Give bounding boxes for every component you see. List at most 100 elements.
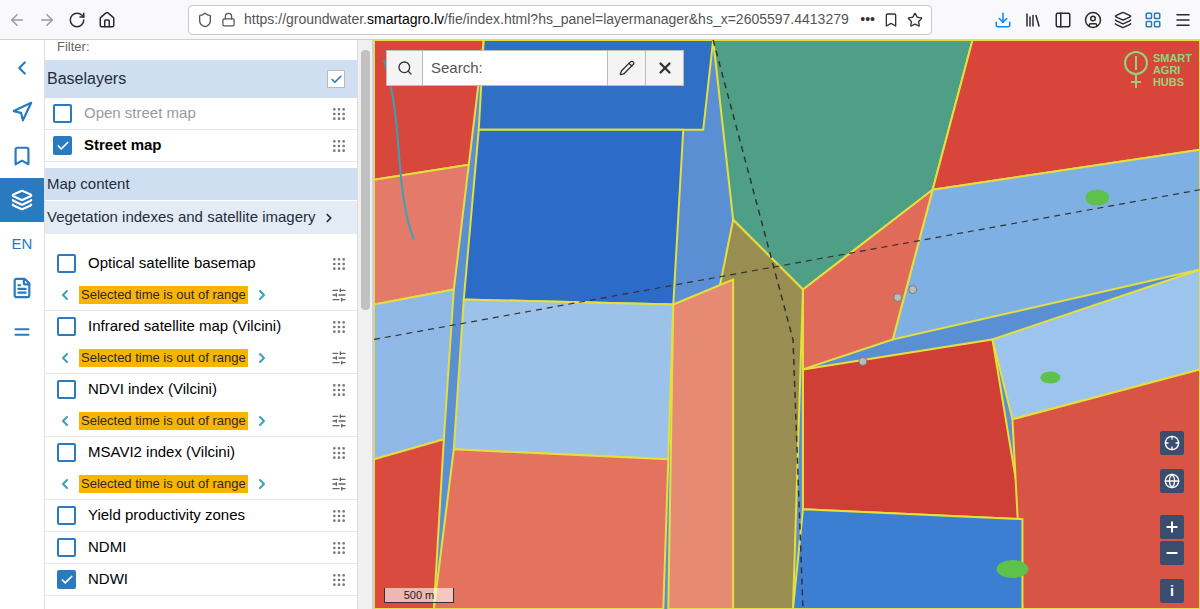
drag-handle-icon[interactable] bbox=[331, 382, 347, 398]
search-icon bbox=[397, 60, 413, 76]
back-icon[interactable] bbox=[8, 11, 26, 29]
draw-button[interactable] bbox=[607, 51, 645, 85]
sidebar-item[interactable]: EN bbox=[0, 222, 44, 266]
search-input[interactable]: Search: bbox=[423, 51, 607, 85]
drag-handle-icon[interactable] bbox=[331, 540, 347, 556]
search-button[interactable] bbox=[387, 51, 423, 85]
download-icon[interactable] bbox=[994, 11, 1012, 29]
clear-button[interactable] bbox=[645, 51, 683, 85]
sidebar-icon bbox=[11, 277, 33, 299]
globe-button[interactable] bbox=[1160, 469, 1184, 493]
logo-bulb-icon bbox=[1123, 48, 1149, 92]
locate-button[interactable] bbox=[1160, 431, 1184, 455]
drag-handle-icon[interactable] bbox=[331, 319, 347, 335]
page-actions-button[interactable]: ••• bbox=[860, 9, 875, 30]
previous-time-icon[interactable] bbox=[57, 413, 73, 429]
layer-checkbox[interactable] bbox=[57, 538, 76, 557]
extensions-icon[interactable] bbox=[1144, 11, 1162, 29]
library-icon[interactable] bbox=[1024, 11, 1042, 29]
layer-settings-icon[interactable] bbox=[331, 287, 347, 303]
check-icon bbox=[330, 73, 343, 86]
drag-handle-icon[interactable] bbox=[331, 445, 347, 461]
next-time-icon[interactable] bbox=[254, 287, 270, 303]
layer-checkbox[interactable] bbox=[57, 380, 76, 399]
baselayer-row[interactable]: Street map bbox=[45, 130, 357, 162]
folder-row[interactable]: Vegetation indexes and satellite imagery bbox=[45, 200, 357, 234]
sidebar-icon bbox=[11, 189, 33, 211]
sidebar-icon bbox=[11, 145, 33, 167]
layer-row[interactable]: NDMI bbox=[45, 532, 357, 564]
zoom-in-button[interactable] bbox=[1160, 515, 1184, 539]
baselayer-checkbox[interactable] bbox=[53, 136, 72, 155]
lock-icon[interactable] bbox=[221, 12, 236, 27]
time-status-badge: Selected time is out of range bbox=[79, 412, 248, 430]
baselayer-checkbox[interactable] bbox=[53, 104, 72, 123]
sidebar-item[interactable] bbox=[0, 178, 44, 222]
url-text[interactable]: https://groundwater.smartagro.lv/fie/ind… bbox=[244, 9, 852, 30]
layer-row[interactable]: Yield productivity zones bbox=[45, 500, 357, 532]
map[interactable]: Search: SMARTAGRIHUBS i 500 m bbox=[372, 40, 1200, 609]
plus-icon bbox=[1164, 519, 1180, 535]
sidebar-toggle-icon[interactable] bbox=[1054, 11, 1072, 29]
previous-time-icon[interactable] bbox=[57, 287, 73, 303]
pocket-icon[interactable] bbox=[883, 12, 899, 28]
layer-checkbox[interactable] bbox=[57, 570, 76, 589]
home-icon[interactable] bbox=[98, 11, 116, 29]
time-status-badge: Selected time is out of range bbox=[79, 286, 248, 304]
layer-row[interactable]: NDWI bbox=[45, 564, 357, 596]
layer-settings-icon[interactable] bbox=[331, 476, 347, 492]
layer-checkbox[interactable] bbox=[57, 254, 76, 273]
layer-row[interactable]: MSAVI2 index (Vilcini)Selected time is o… bbox=[45, 437, 357, 500]
check-icon bbox=[60, 573, 74, 587]
account-icon[interactable] bbox=[1084, 11, 1102, 29]
minus-icon bbox=[1164, 545, 1180, 561]
baselayers-toggle[interactable] bbox=[327, 70, 345, 88]
drag-handle-icon[interactable] bbox=[331, 106, 347, 122]
scale-bar: 500 m bbox=[384, 588, 454, 603]
previous-time-icon[interactable] bbox=[57, 350, 73, 366]
logo: SMARTAGRIHUBS bbox=[1123, 48, 1192, 92]
info-button[interactable]: i bbox=[1160, 579, 1184, 603]
layer-row[interactable]: Infrared satellite map (Vilcini)Selected… bbox=[45, 311, 357, 374]
menu-icon[interactable] bbox=[1174, 11, 1192, 29]
layer-settings-icon[interactable] bbox=[331, 350, 347, 366]
url-bar[interactable]: https://groundwater.smartagro.lv/fie/ind… bbox=[188, 5, 932, 35]
panel-scrollbar[interactable] bbox=[357, 40, 372, 609]
sidebar-item[interactable] bbox=[0, 266, 44, 310]
sidebar-item[interactable] bbox=[0, 46, 44, 90]
next-time-icon[interactable] bbox=[254, 350, 270, 366]
filter-label: Filter: bbox=[45, 40, 357, 60]
baselayer-row[interactable]: Open street map bbox=[45, 98, 357, 130]
drag-handle-icon[interactable] bbox=[331, 508, 347, 524]
scrollbar-thumb[interactable] bbox=[361, 50, 370, 310]
next-time-icon[interactable] bbox=[254, 476, 270, 492]
drag-handle-icon[interactable] bbox=[331, 138, 347, 154]
sidebar-icon bbox=[11, 101, 33, 123]
layer-checkbox[interactable] bbox=[57, 506, 76, 525]
layer-row[interactable]: Optical satellite basemapSelected time i… bbox=[45, 248, 357, 311]
layer-checkbox[interactable] bbox=[57, 443, 76, 462]
layer-checkbox[interactable] bbox=[57, 317, 76, 336]
sidebar-item[interactable] bbox=[0, 310, 44, 354]
star-icon[interactable] bbox=[907, 12, 923, 28]
drag-handle-icon[interactable] bbox=[331, 256, 347, 272]
layer-settings-icon[interactable] bbox=[331, 413, 347, 429]
time-status-badge: Selected time is out of range bbox=[79, 349, 248, 367]
check-icon bbox=[56, 139, 70, 153]
search-bar: Search: bbox=[386, 50, 684, 86]
previous-time-icon[interactable] bbox=[57, 476, 73, 492]
zoom-out-button[interactable] bbox=[1160, 541, 1184, 565]
layers-extension-icon[interactable] bbox=[1114, 11, 1132, 29]
sidebar-item[interactable] bbox=[0, 134, 44, 178]
next-time-icon[interactable] bbox=[254, 413, 270, 429]
map-content-header: Map content bbox=[45, 168, 357, 200]
folder-chevron-icon[interactable] bbox=[322, 211, 336, 225]
baselayers-header[interactable]: Baselayers bbox=[45, 60, 357, 98]
sidebar-item[interactable] bbox=[0, 90, 44, 134]
forward-icon[interactable] bbox=[38, 11, 56, 29]
drag-handle-icon[interactable] bbox=[331, 572, 347, 588]
reload-icon[interactable] bbox=[68, 11, 86, 29]
shield-icon[interactable] bbox=[197, 12, 213, 28]
layer-manager-panel: Filter:BaselayersOpen street mapStreet m… bbox=[45, 40, 372, 609]
layer-row[interactable]: NDVI index (Vilcini)Selected time is out… bbox=[45, 374, 357, 437]
